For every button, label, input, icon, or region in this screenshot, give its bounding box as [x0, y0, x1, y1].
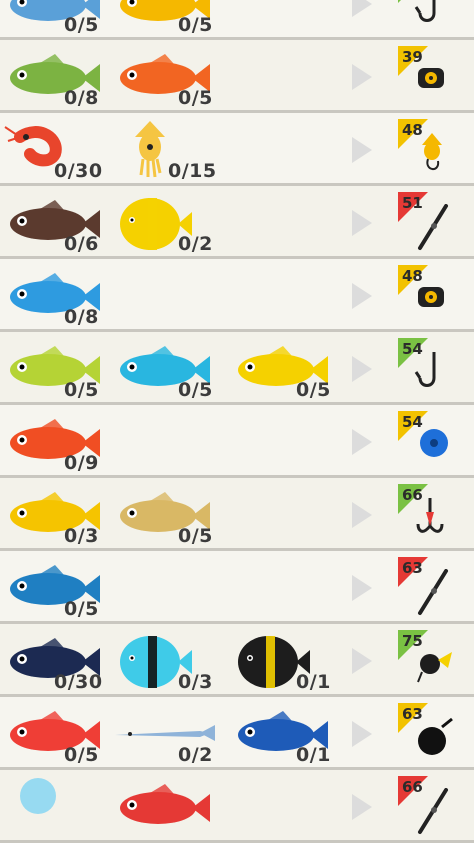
reward-item[interactable]: 54	[398, 411, 462, 473]
line-spool-icon	[412, 423, 452, 467]
red-fish[interactable]	[110, 776, 220, 836]
reward-item[interactable]	[398, 0, 462, 35]
collection-row: 0/3 0/5 66	[0, 478, 474, 551]
play-arrow-button[interactable]	[352, 356, 372, 382]
collection-row: 0/8 48	[0, 259, 474, 332]
reward-item[interactable]: 66	[398, 776, 462, 838]
spinner-lure-icon	[412, 642, 456, 690]
play-arrow-button[interactable]	[352, 575, 372, 601]
collection-row: 0/5 0/2 0/1 63	[0, 697, 474, 770]
play-arrow-button[interactable]	[352, 64, 372, 90]
reward-item[interactable]: 63	[398, 703, 462, 765]
catch-count: 0/5	[64, 14, 99, 36]
reward-item[interactable]: 63	[398, 557, 462, 619]
catch-count: 0/2	[178, 233, 213, 255]
play-arrow-button[interactable]	[352, 210, 372, 236]
collection-row: 0/5 0/5	[0, 0, 474, 40]
catch-count: 0/5	[296, 379, 331, 401]
collection-row: 66	[0, 770, 474, 843]
hook-icon	[412, 350, 452, 398]
treble-hook-icon	[412, 496, 448, 546]
catch-count: 0/3	[64, 525, 99, 547]
weight-icon	[412, 715, 456, 763]
catch-count: 0/2	[178, 744, 213, 766]
play-arrow-button[interactable]	[352, 137, 372, 163]
collection-row: 0/5 63	[0, 551, 474, 624]
hook-icon	[412, 0, 452, 33]
catch-count: 0/5	[178, 87, 213, 109]
play-arrow-button[interactable]	[352, 648, 372, 674]
red-fish-icon	[120, 784, 210, 824]
catch-count: 0/5	[178, 525, 213, 547]
catch-count: 0/8	[64, 306, 99, 328]
reward-item[interactable]: 75	[398, 630, 462, 692]
catch-count: 0/9	[64, 452, 99, 474]
collection-row: 0/6 0/2 51	[0, 186, 474, 259]
jellyfish-icon	[20, 778, 56, 814]
rod-icon	[412, 569, 456, 621]
catch-count: 0/8	[64, 87, 99, 109]
catch-count: 0/1	[296, 744, 331, 766]
fish-collection-list: 0/5 0/5 0/8 0/5 39 0/30 0/15 48 0/6 0/2 …	[0, 0, 474, 843]
catch-count: 0/1	[296, 671, 331, 693]
collection-row: 0/5 0/5 0/5 54	[0, 332, 474, 405]
collection-row: 0/30 0/15 48	[0, 113, 474, 186]
collection-row: 0/9 54	[0, 405, 474, 478]
collection-row: 0/8 0/5 39	[0, 40, 474, 113]
catch-count: 0/5	[64, 598, 99, 620]
play-arrow-button[interactable]	[352, 502, 372, 528]
rod-icon	[412, 204, 456, 256]
squid-lure-icon	[412, 131, 452, 179]
collection-row: 0/30 0/3 0/1 75	[0, 624, 474, 697]
reel-icon	[412, 277, 452, 321]
play-arrow-button[interactable]	[352, 0, 372, 17]
jellyfish[interactable]	[0, 776, 110, 836]
play-arrow-button[interactable]	[352, 429, 372, 455]
reward-item[interactable]: 54	[398, 338, 462, 400]
catch-count: 0/30	[54, 160, 103, 182]
reward-item[interactable]: 48	[398, 265, 462, 327]
catch-count: 0/5	[64, 379, 99, 401]
catch-count: 0/30	[54, 671, 103, 693]
reward-item[interactable]: 51	[398, 192, 462, 254]
reward-item[interactable]: 39	[398, 46, 462, 108]
play-arrow-button[interactable]	[352, 283, 372, 309]
reward-item[interactable]: 48	[398, 119, 462, 181]
play-arrow-button[interactable]	[352, 721, 372, 747]
catch-count: 0/5	[178, 379, 213, 401]
catch-count: 0/3	[178, 671, 213, 693]
catch-count: 0/5	[64, 744, 99, 766]
reward-item[interactable]: 66	[398, 484, 462, 546]
reel-icon	[412, 58, 452, 102]
catch-count: 0/6	[64, 233, 99, 255]
catch-count: 0/5	[178, 14, 213, 36]
catch-count: 0/15	[168, 160, 217, 182]
play-arrow-button[interactable]	[352, 794, 372, 820]
